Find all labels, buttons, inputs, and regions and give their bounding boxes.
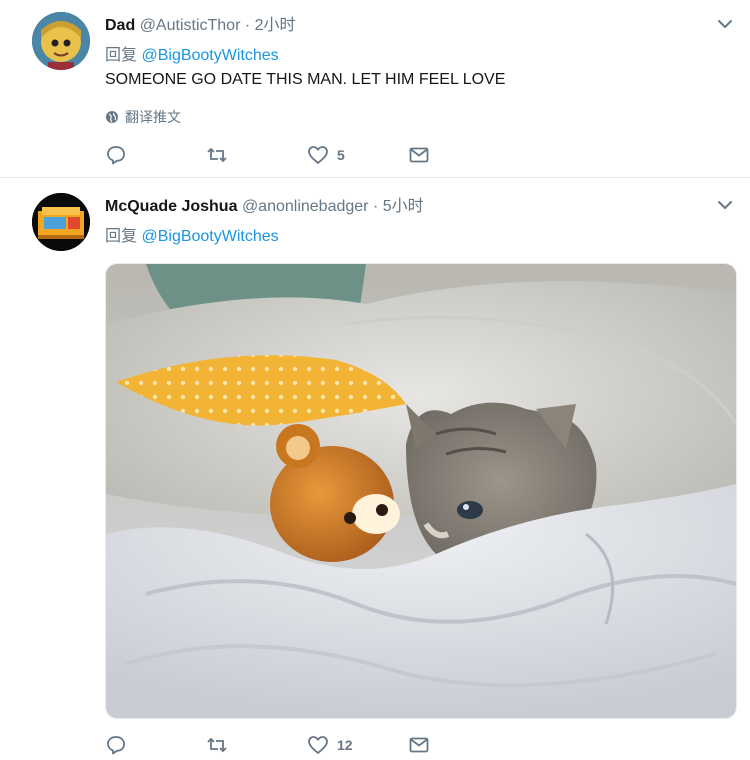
tweet-photo[interactable]: [105, 263, 737, 719]
retweet-button[interactable]: [206, 144, 307, 166]
like-count: 12: [337, 737, 353, 753]
direct-message-button[interactable]: [408, 144, 509, 166]
chevron-down-icon[interactable]: [716, 196, 734, 214]
like-icon: [308, 146, 328, 164]
translate-tweet-link[interactable]: 翻译推文: [105, 107, 181, 127]
reply-prefix: 回复: [105, 47, 138, 64]
retweet-icon: [207, 737, 227, 753]
avatar[interactable]: [32, 193, 90, 251]
display-name[interactable]: Dad: [105, 17, 135, 34]
translate-label[interactable]: 翻译推文: [125, 107, 181, 127]
chevron-down-icon[interactable]: [716, 15, 734, 33]
like-icon: [308, 736, 328, 754]
tweet-header: McQuade Joshua @anonlinebadger · 5小时: [105, 192, 424, 216]
timestamp[interactable]: · 2小时: [245, 17, 296, 34]
tweet-text: SOMEONE GO DATE THIS MAN. LET HIM FEEL L…: [105, 71, 506, 88]
reply-mention-link[interactable]: @BigBootyWitches: [141, 47, 278, 64]
like-button[interactable]: 12: [307, 734, 408, 756]
tweet-actions: 12: [105, 734, 509, 756]
user-handle[interactable]: @anonlinebadger: [242, 198, 369, 215]
reply-mention-link[interactable]: @BigBootyWitches: [141, 228, 278, 245]
tweet[interactable]: Dad @AutisticThor · 2小时 回复 @BigBootyWitc…: [0, 0, 750, 178]
tweet-divider: [0, 177, 750, 178]
direct-message-button[interactable]: [408, 734, 509, 756]
retweet-icon: [207, 147, 227, 163]
reply-context: 回复 @BigBootyWitches: [105, 222, 279, 246]
user-handle[interactable]: @AutisticThor: [140, 17, 241, 34]
like-button[interactable]: 5: [307, 144, 408, 166]
display-name[interactable]: McQuade Joshua: [105, 198, 237, 215]
reply-icon: [107, 146, 125, 165]
like-count: 5: [337, 147, 345, 163]
tweet[interactable]: McQuade Joshua @anonlinebadger · 5小时 回复 …: [0, 179, 750, 760]
reply-button[interactable]: [105, 734, 206, 756]
reply-prefix: 回复: [105, 228, 138, 245]
reply-button[interactable]: [105, 144, 206, 166]
direct-message-icon: [409, 147, 429, 163]
reply-icon: [107, 736, 125, 755]
timestamp[interactable]: · 5小时: [373, 198, 424, 215]
tweet-actions: 5: [105, 144, 509, 166]
reply-context: 回复 @BigBootyWitches: [105, 41, 279, 65]
retweet-button[interactable]: [206, 734, 307, 756]
tweet-header: Dad @AutisticThor · 2小时: [105, 11, 296, 35]
avatar[interactable]: [32, 12, 90, 70]
direct-message-icon: [409, 737, 429, 753]
globe-icon: [106, 111, 118, 123]
